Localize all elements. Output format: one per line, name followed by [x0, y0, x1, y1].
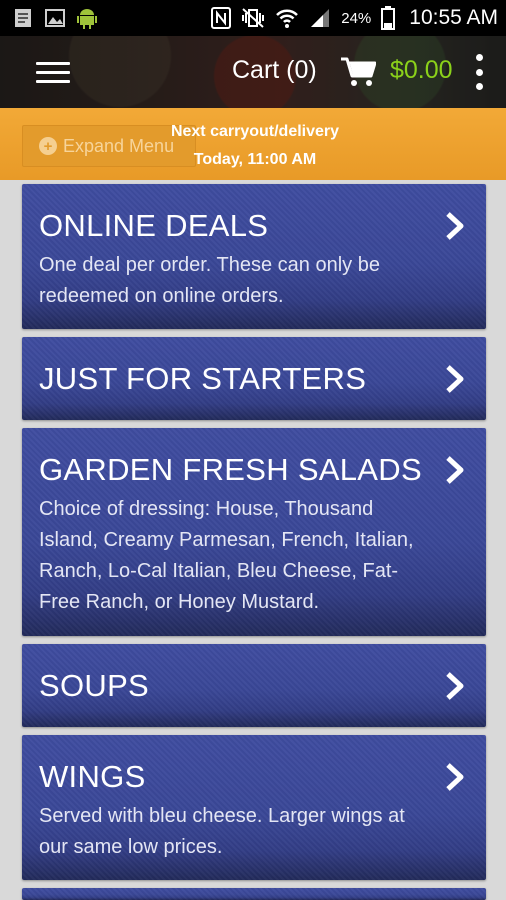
status-bar: 24% 10:55 AM: [0, 0, 506, 36]
nfc-icon: [211, 7, 232, 29]
overflow-menu-icon[interactable]: [472, 54, 486, 90]
chevron-right-icon: [446, 212, 464, 240]
next-carryout-time: Today, 11:00 AM: [193, 151, 317, 168]
chevron-right-icon: [446, 763, 464, 791]
document-notification-icon: [12, 7, 34, 29]
next-carryout-info: Next carryout/delivery Today, 11:00 AM: [150, 118, 360, 174]
battery-percent: 24%: [341, 9, 372, 27]
chevron-right-icon: [446, 456, 464, 484]
category-garden-fresh-salads[interactable]: GARDEN FRESH SALADS Choice of dressing: …: [22, 428, 486, 636]
chevron-right-icon: [446, 672, 464, 700]
category-title: WINGS: [39, 759, 146, 794]
battery-icon: [381, 6, 396, 30]
category-soups[interactable]: SOUPS: [22, 644, 486, 727]
chevron-right-icon: [446, 365, 464, 393]
category-next-partial[interactable]: [22, 888, 486, 900]
category-title: JUST FOR STARTERS: [39, 361, 367, 396]
category-title: ONLINE DEALS: [39, 208, 269, 243]
category-online-deals[interactable]: ONLINE DEALS One deal per order. These c…: [22, 184, 486, 329]
clock: 10:55 AM: [409, 6, 498, 29]
cart-icon[interactable]: [340, 56, 377, 93]
delivery-notice-bar: + Expand Menu Next carryout/delivery Tod…: [0, 108, 506, 180]
category-description: Served with bleu cheese. Larger wings at…: [39, 805, 405, 858]
category-description: One deal per order. These can only be re…: [39, 254, 380, 307]
category-just-for-starters[interactable]: JUST FOR STARTERS: [22, 337, 486, 420]
android-icon: [76, 6, 98, 30]
category-wings[interactable]: WINGS Served with bleu cheese. Larger wi…: [22, 735, 486, 880]
cart-label[interactable]: Cart (0): [232, 56, 317, 85]
signal-icon: [309, 7, 331, 29]
vibrate-icon: [241, 7, 265, 29]
category-title: GARDEN FRESH SALADS: [39, 452, 422, 487]
category-title: SOUPS: [39, 668, 150, 703]
category-description: Choice of dressing: House, Thousand Isla…: [39, 498, 414, 613]
hamburger-menu-icon[interactable]: [36, 54, 70, 90]
image-notification-icon: [44, 7, 66, 29]
next-carryout-title: Next carryout/delivery: [170, 123, 340, 140]
plus-circle-icon: +: [39, 137, 57, 155]
app-header: Cart (0) $0.00: [0, 36, 506, 108]
wifi-icon: [275, 7, 299, 29]
cart-total[interactable]: $0.00: [390, 56, 453, 85]
